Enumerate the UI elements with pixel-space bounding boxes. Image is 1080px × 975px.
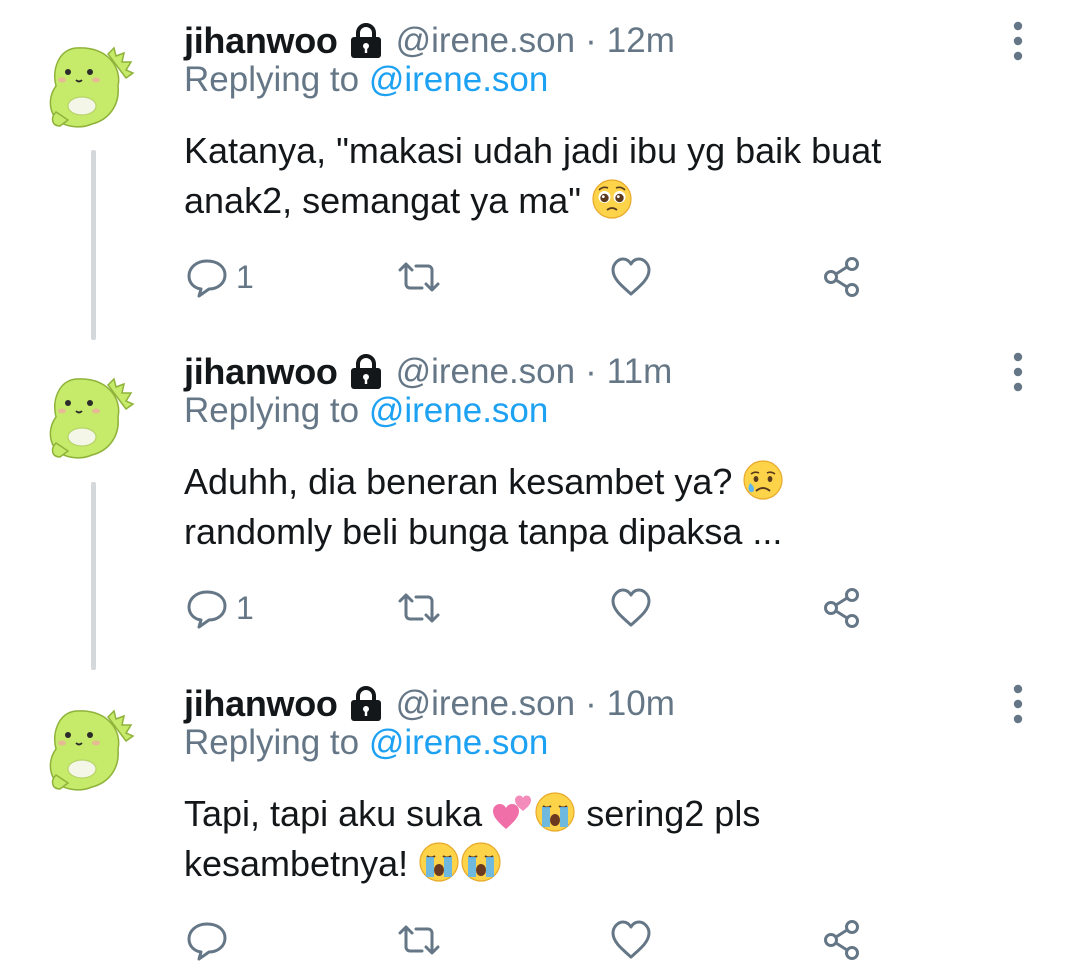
replying-to-mention[interactable]: @irene.son <box>369 60 549 99</box>
separator-dot: · <box>585 21 597 60</box>
green-dinosaur-avatar-icon <box>49 377 135 459</box>
reply-icon <box>187 590 227 629</box>
replying-to-line: Replying to @irene.son <box>184 391 548 431</box>
reply-button[interactable]: 1 <box>184 585 254 631</box>
like-button[interactable] <box>608 917 654 963</box>
user-handle[interactable]: @irene.son <box>396 684 576 724</box>
like-icon <box>611 920 651 959</box>
tweet-text: Aduhh, dia beneran kesambet ya? randomly… <box>184 457 1004 557</box>
tweet-text-line: Katanya, "makasi udah jadi ibu yg baik b… <box>184 130 882 171</box>
replying-to-line: Replying to @irene.son <box>184 60 548 100</box>
user-handle[interactable]: @irene.son <box>396 352 576 392</box>
share-icon <box>824 257 859 297</box>
sad-but-relieved-face-emoji <box>742 459 784 501</box>
replying-to-mention[interactable]: @irene.son <box>369 391 549 430</box>
tweet[interactable]: jihanwoo @irene.son · 10m Replying to @i… <box>0 679 1080 975</box>
reply-count: 1 <box>236 589 254 626</box>
retweet-button[interactable] <box>396 917 442 963</box>
tweet[interactable]: jihanwoo @irene.son · 12m Replying to @i… <box>0 16 1080 316</box>
share-button[interactable] <box>820 254 866 300</box>
more-vertical-icon[interactable] <box>1006 681 1030 727</box>
green-dinosaur-avatar-icon <box>49 46 135 128</box>
like-button[interactable] <box>608 254 654 300</box>
tweet-text-segment: anak2, semangat ya ma" <box>184 180 582 221</box>
tweet-text-line: kesambetnya! <box>184 839 1004 889</box>
replying-to-mention[interactable]: @irene.son <box>369 723 549 762</box>
more-vertical-icon[interactable] <box>1006 18 1030 64</box>
lock-icon <box>350 23 381 58</box>
lock-icon <box>350 354 381 389</box>
display-name[interactable]: jihanwoo <box>184 683 338 725</box>
more-vertical-icon[interactable] <box>1006 349 1030 395</box>
tweet-text-segment: Tapi, tapi aku suka <box>184 793 483 834</box>
like-icon <box>611 257 651 296</box>
tweet-actions: 1 <box>184 585 884 633</box>
user-handle[interactable]: @irene.son <box>396 21 576 61</box>
reply-icon <box>187 259 227 298</box>
tweet-actions <box>184 917 884 965</box>
tweet-text-segment: sering2 pls <box>586 793 761 834</box>
tweet-text: Katanya, "makasi udah jadi ibu yg baik b… <box>184 126 1004 226</box>
reply-count: 1 <box>236 258 254 295</box>
retweet-icon <box>398 925 440 955</box>
tweet-header: jihanwoo @irene.son · 12m <box>184 16 675 66</box>
tweet-text-segment: Aduhh, dia beneran kesambet ya? <box>184 461 733 502</box>
retweet-button[interactable] <box>396 254 442 300</box>
like-button[interactable] <box>608 585 654 631</box>
separator-dot: · <box>585 684 597 723</box>
retweet-icon <box>398 593 440 623</box>
tweet-text-line: anak2, semangat ya ma" <box>184 176 1004 226</box>
tweet-header: jihanwoo @irene.son · 11m <box>184 347 672 397</box>
two-hearts-emoji <box>492 791 534 833</box>
avatar[interactable] <box>38 697 138 797</box>
retweet-button[interactable] <box>396 585 442 631</box>
loudly-crying-face-emoji <box>418 841 460 883</box>
pleading-face-emoji <box>591 178 633 220</box>
reply-button[interactable]: 1 <box>184 254 254 300</box>
share-icon <box>824 920 859 960</box>
green-dinosaur-avatar-icon <box>49 709 135 791</box>
avatar[interactable] <box>38 34 138 134</box>
like-icon <box>611 588 651 627</box>
tweet-text: Tapi, tapi aku suka sering2 pls kesambet… <box>184 789 1004 889</box>
avatar[interactable] <box>38 365 138 465</box>
display-name[interactable]: jihanwoo <box>184 351 338 393</box>
tweet-text-line: Aduhh, dia beneran kesambet ya? <box>184 457 1004 507</box>
replying-to-label: Replying to <box>184 723 360 762</box>
replying-to-label: Replying to <box>184 391 360 430</box>
tweet[interactable]: jihanwoo @irene.son · 11m Replying to @i… <box>0 347 1080 647</box>
lock-icon <box>350 686 381 721</box>
tweet-text-line: randomly beli bunga tanpa dipaksa ... <box>184 511 783 552</box>
reply-icon <box>187 922 227 961</box>
replying-to-line: Replying to @irene.son <box>184 723 548 763</box>
share-icon <box>824 588 859 628</box>
timestamp[interactable]: 10m <box>607 684 675 724</box>
tweet-text-line: Tapi, tapi aku suka sering2 pls <box>184 789 1004 839</box>
tweet-text-segment: kesambetnya! <box>184 843 409 884</box>
separator-dot: · <box>585 352 597 391</box>
share-button[interactable] <box>820 585 866 631</box>
retweet-icon <box>398 262 440 292</box>
loudly-crying-face-emoji <box>460 841 502 883</box>
share-button[interactable] <box>820 917 866 963</box>
reply-button[interactable] <box>184 917 236 963</box>
loudly-crying-face-emoji <box>534 791 576 833</box>
tweet-header: jihanwoo @irene.son · 10m <box>184 679 675 729</box>
tweet-actions: 1 <box>184 254 884 302</box>
timestamp[interactable]: 12m <box>607 21 675 61</box>
replying-to-label: Replying to <box>184 60 360 99</box>
timestamp[interactable]: 11m <box>607 352 673 392</box>
display-name[interactable]: jihanwoo <box>184 20 338 62</box>
